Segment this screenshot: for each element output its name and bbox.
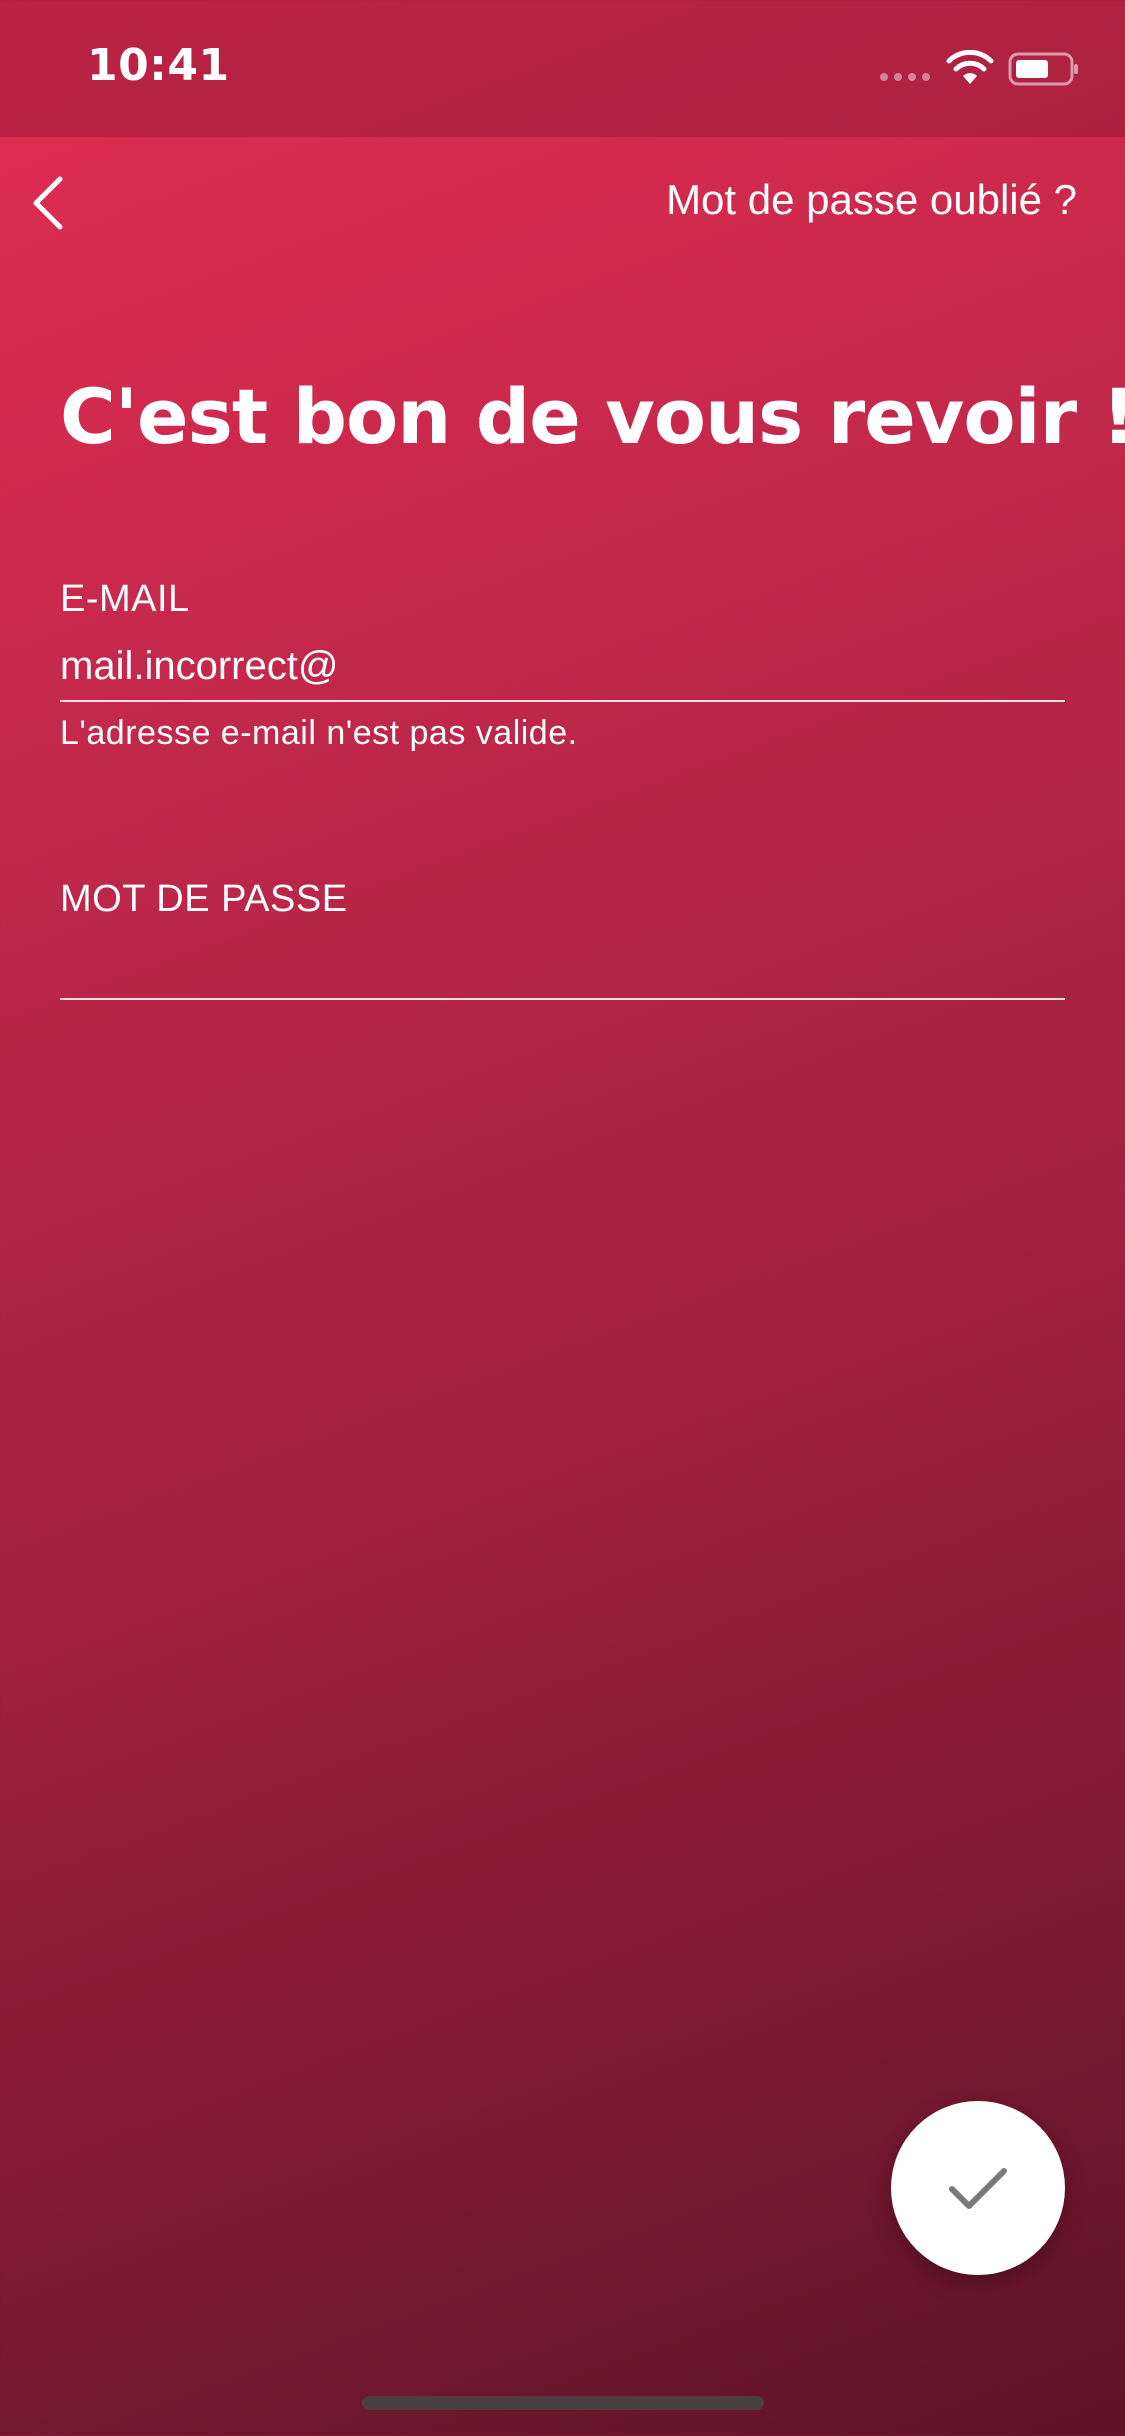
cellular-signal-icon xyxy=(880,73,930,81)
back-button[interactable] xyxy=(18,168,78,238)
page-title: C'est bon de vous revoir ! xyxy=(60,372,1125,461)
email-label: E-MAIL xyxy=(60,578,190,620)
home-indicator[interactable] xyxy=(362,2396,764,2410)
password-field[interactable] xyxy=(60,940,1060,996)
status-bar: 10:41 xyxy=(0,0,1125,137)
status-time: 10:41 xyxy=(87,40,230,91)
password-underline xyxy=(60,998,1065,1000)
chevron-left-icon xyxy=(33,176,63,230)
forgot-password-link[interactable]: Mot de passe oublié ? xyxy=(666,176,1077,224)
wifi-icon xyxy=(946,50,994,84)
email-underline xyxy=(60,700,1065,702)
email-error-message: L'adresse e-mail n'est pas valide. xyxy=(60,714,578,752)
password-label: MOT DE PASSE xyxy=(60,878,348,920)
checkmark-icon xyxy=(949,2168,1007,2209)
submit-button[interactable] xyxy=(891,2101,1065,2275)
battery-icon xyxy=(1008,52,1078,86)
email-field[interactable]: mail.incorrect@ xyxy=(60,644,1060,689)
